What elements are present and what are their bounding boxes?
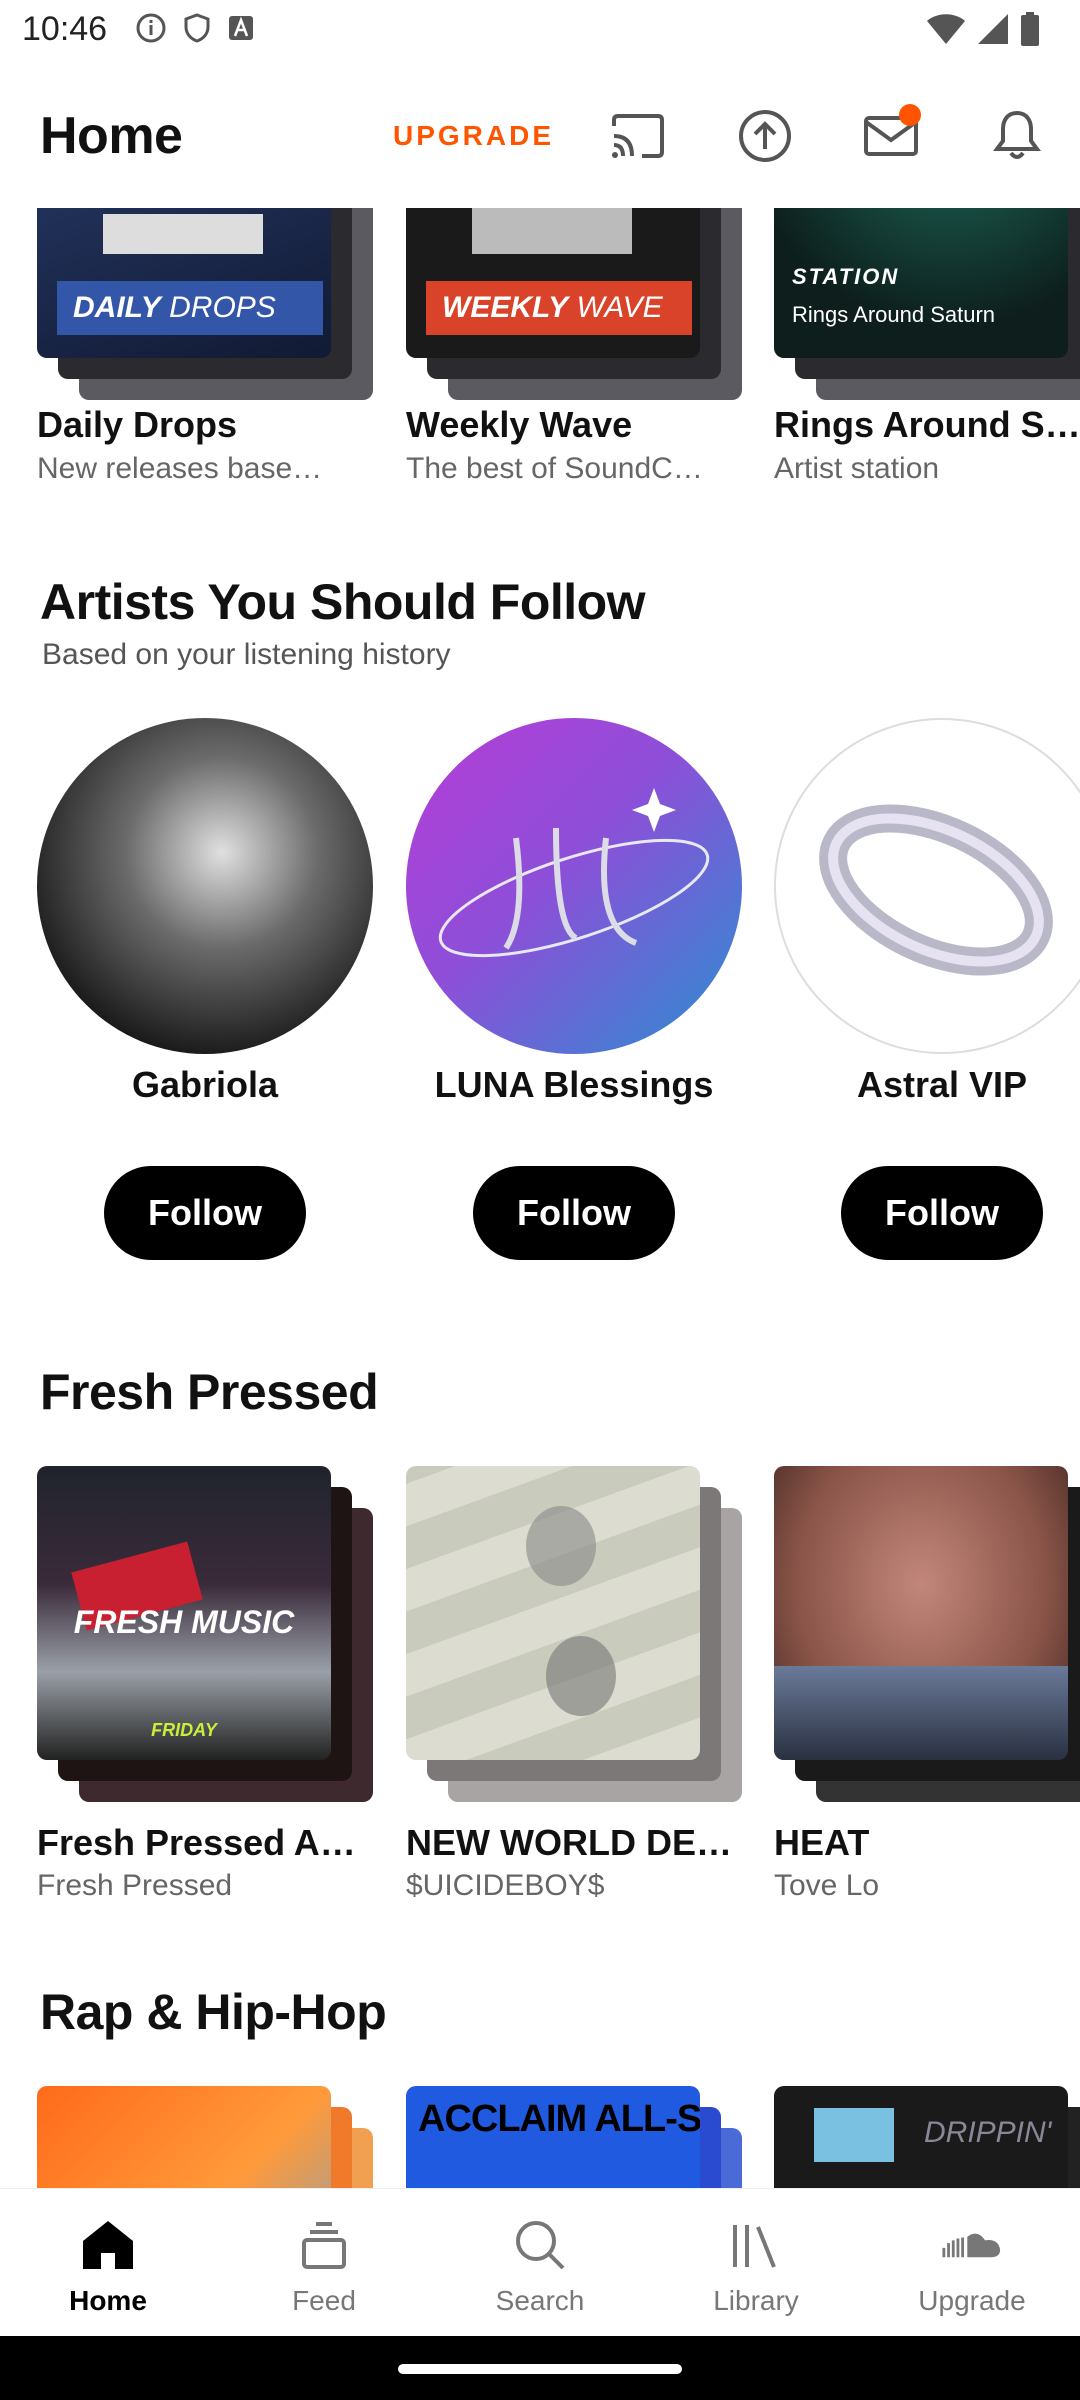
album-artist: Tove Lo (774, 1869, 880, 1902)
home-feed[interactable]: DAILY DROPS Daily Drops New releases bas… (0, 208, 1080, 2188)
artist-avatar (37, 718, 373, 1054)
section-title-fresh-pressed: Fresh Pressed (40, 1364, 379, 1420)
cast-icon (612, 114, 664, 158)
info-icon (136, 13, 166, 43)
status-time: 10:46 (22, 10, 108, 48)
home-gesture-handle[interactable] (398, 2364, 682, 2374)
follow-button[interactable]: Follow (473, 1166, 675, 1260)
section-subtitle-artists: Based on your listening history (42, 638, 451, 671)
playlist-artwork: ACCLAIM ALL-STARS (406, 2086, 742, 2188)
playlist-subtitle: The best of SoundC… (406, 452, 703, 485)
battery-icon (1021, 12, 1039, 46)
status-notification-icons (135, 12, 255, 44)
section-title-rap-hip-hop: Rap & Hip-Hop (40, 1984, 387, 2040)
follow-button[interactable]: Follow (841, 1166, 1043, 1260)
upload-icon (739, 110, 791, 162)
nav-label: Feed (292, 2285, 356, 2316)
messages-button[interactable] (859, 104, 923, 168)
upgrade-link[interactable]: UPGRADE (393, 120, 554, 152)
nav-home[interactable]: Home (0, 2189, 216, 2337)
notification-dot (899, 104, 921, 126)
page-title: Home (40, 107, 183, 165)
station-title: Rings Around S… (774, 404, 1080, 445)
notifications-button[interactable] (985, 104, 1049, 168)
section-title-artists: Artists You Should Follow (40, 574, 646, 630)
shield-icon (184, 13, 210, 43)
home-icon (78, 2215, 138, 2275)
playlist-artwork: DRIPPIN' (774, 2086, 1080, 2188)
album-artwork (774, 1466, 1080, 1802)
playlist-subtitle: New releases base… (37, 452, 323, 485)
cast-button[interactable] (606, 104, 670, 168)
album-title: Fresh Pressed A… (37, 1822, 356, 1863)
gesture-bar (0, 2336, 1080, 2400)
nav-upgrade[interactable]: Upgrade (864, 2189, 1080, 2337)
artist-name: LUNA Blessings (434, 1064, 714, 1105)
artist-avatar (406, 718, 742, 1054)
nav-label: Home (69, 2285, 147, 2316)
app-header: Home UPGRADE (0, 64, 1080, 208)
search-icon (510, 2215, 570, 2275)
artist-name: Gabriola (131, 1064, 279, 1105)
soundcloud-icon (942, 2215, 1002, 2275)
playlist-artwork: DAILY DROPS (37, 208, 373, 400)
bell-icon (993, 110, 1041, 159)
album-artwork: FRESH MUSIC FRIDAY (37, 1466, 373, 1802)
nav-search[interactable]: Search (432, 2189, 648, 2337)
nav-label: Library (713, 2285, 799, 2316)
album-artist: Fresh Pressed (37, 1869, 233, 1902)
wifi-icon (927, 14, 965, 44)
font-icon (229, 16, 253, 40)
feed-icon (294, 2215, 354, 2275)
album-artwork (406, 1466, 742, 1802)
status-bar: 10:46 (0, 0, 1080, 64)
upload-button[interactable] (733, 104, 797, 168)
artist-name: Astral VIP (856, 1064, 1028, 1105)
nav-library[interactable]: Library (648, 2189, 864, 2337)
playlist-title: Daily Drops (37, 404, 238, 445)
bottom-navigation: Home Feed Search Library Upgrade (0, 2188, 1080, 2337)
playlist-artwork (37, 2086, 373, 2188)
status-system-icons (926, 12, 1040, 46)
library-icon (726, 2215, 786, 2275)
follow-button[interactable]: Follow (104, 1166, 306, 1260)
nav-label: Search (495, 2285, 585, 2316)
station-subtitle: Artist station (774, 452, 940, 485)
album-title: HEAT (774, 1822, 870, 1863)
playlist-title: Weekly Wave (406, 404, 633, 445)
album-artist: $UICIDEBOY$ (406, 1869, 605, 1902)
signal-icon (978, 14, 1008, 44)
nav-feed[interactable]: Feed (216, 2189, 432, 2337)
artist-avatar (774, 718, 1080, 1054)
station-artwork: STATION Rings Around Saturn (774, 208, 1080, 400)
album-title: NEW WORLD DE… (406, 1822, 732, 1863)
playlist-artwork: WEEKLY WAVE (406, 208, 742, 400)
nav-label: Upgrade (918, 2285, 1026, 2316)
